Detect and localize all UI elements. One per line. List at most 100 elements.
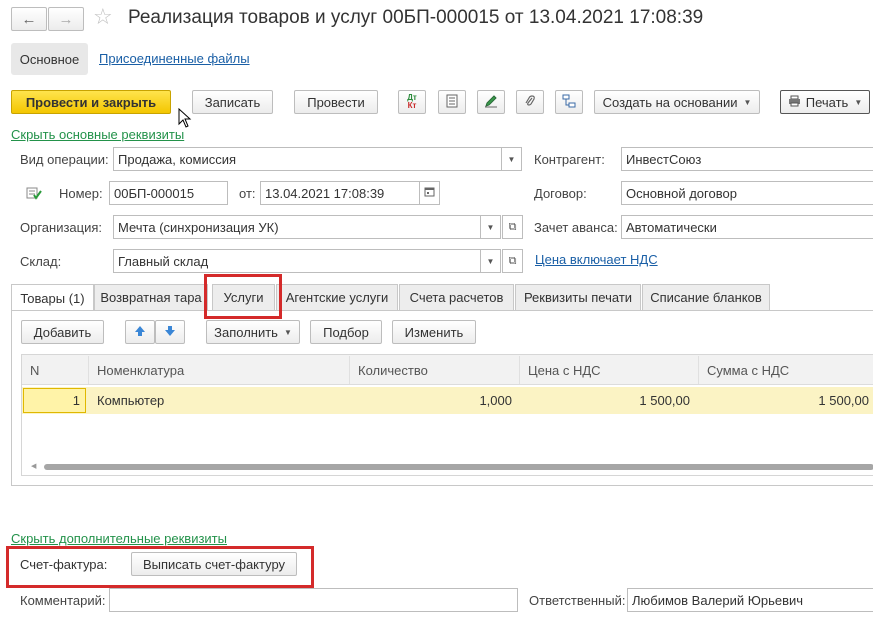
cell-quantity[interactable]: 1,000 — [350, 387, 512, 414]
organization-dropdown-button[interactable]: ▼ — [480, 215, 501, 239]
header-nomenclature[interactable]: Номенклатура — [89, 356, 350, 384]
edit-signature-button[interactable] — [477, 90, 505, 114]
post-button[interactable]: Провести — [294, 90, 378, 114]
paperclip-icon — [524, 94, 536, 111]
nav-main-tab[interactable]: Основное — [11, 43, 88, 75]
date-label: от: — [239, 186, 256, 201]
contract-label: Договор: — [534, 186, 587, 201]
fill-label: Заполнить — [214, 324, 278, 340]
number-value: 00БП-000015 — [114, 185, 195, 201]
advance-label: Зачет аванса: — [534, 220, 618, 235]
invoice-highlight — [6, 546, 314, 588]
caret-down-icon: ▼ — [486, 256, 495, 266]
attach-button[interactable] — [516, 90, 544, 114]
nav-attached-files-link[interactable]: Присоединенные файлы — [99, 51, 250, 66]
number-field[interactable]: 00БП-000015 — [109, 181, 228, 205]
caret-down-icon: ▼ — [283, 327, 292, 337]
date-field[interactable]: 13.04.2021 17:08:39 — [260, 181, 420, 205]
organization-value: Мечта (синхронизация УК) — [118, 219, 279, 235]
date-value: 13.04.2021 17:08:39 — [265, 185, 385, 201]
change-button[interactable]: Изменить — [392, 320, 476, 344]
tab-print-details[interactable]: Реквизиты печати — [515, 284, 641, 310]
nav-main-label: Основное — [19, 51, 80, 67]
responsible-value: Любимов Валерий Юрьевич — [632, 592, 804, 608]
open-window-icon: ⧉ — [508, 220, 517, 233]
calendar-icon — [424, 186, 435, 200]
header-quantity[interactable]: Количество — [350, 356, 520, 384]
document-status-icon — [26, 186, 42, 203]
tab-settlement-accounts[interactable]: Счета расчетов — [399, 284, 514, 310]
counterparty-value: ИнвестСоюз — [626, 151, 702, 167]
calendar-button[interactable] — [419, 181, 440, 205]
forward-button[interactable]: → — [48, 7, 84, 31]
caret-down-icon: ▼ — [743, 97, 752, 107]
pen-icon — [484, 94, 498, 111]
advance-value: Автоматически — [626, 219, 717, 235]
create-based-on-button[interactable]: Создать на основании ▼ — [594, 90, 760, 114]
contract-field[interactable]: Основной договор — [621, 181, 873, 205]
comment-label: Комментарий: — [20, 593, 106, 608]
cell-price[interactable]: 1 500,00 — [520, 387, 690, 414]
create-based-on-label: Создать на основании — [602, 94, 738, 110]
cell-n[interactable]: 1 — [23, 387, 80, 414]
header-n[interactable]: N — [22, 356, 89, 384]
comment-field[interactable] — [109, 588, 518, 612]
number-label: Номер: — [59, 186, 103, 201]
add-row-button[interactable]: Добавить — [21, 320, 104, 344]
responsible-field[interactable]: Любимов Валерий Юрьевич — [627, 588, 873, 612]
counterparty-field[interactable]: ИнвестСоюз — [621, 147, 873, 171]
services-tab-highlight — [204, 274, 282, 319]
operation-value: Продажа, комиссия — [118, 151, 237, 167]
organization-label: Организация: — [20, 220, 103, 235]
operation-field[interactable]: Продажа, комиссия — [113, 147, 502, 171]
warehouse-label: Склад: — [20, 254, 62, 269]
cell-nomenclature[interactable]: Компьютер — [97, 387, 347, 414]
print-button[interactable]: Печать ▼ — [780, 90, 870, 114]
warehouse-open-button[interactable]: ⧉ — [502, 249, 523, 273]
move-down-button[interactable] — [155, 320, 185, 344]
header-sum[interactable]: Сумма с НДС — [699, 356, 873, 384]
horizontal-scrollbar[interactable] — [44, 464, 873, 470]
print-label: Печать — [805, 94, 849, 110]
post-and-close-button[interactable]: Провести и закрыть — [11, 90, 171, 114]
caret-down-icon: ▼ — [854, 97, 863, 107]
responsible-label: Ответственный: — [529, 593, 626, 608]
fill-button[interactable]: Заполнить ▼ — [206, 320, 300, 344]
tab-goods[interactable]: Товары (1) — [11, 284, 94, 311]
document-list-icon — [446, 94, 458, 111]
back-button[interactable]: ← — [11, 7, 47, 31]
vat-included-link[interactable]: Цена включает НДС — [535, 252, 658, 267]
hide-extra-props-link[interactable]: Скрыть дополнительные реквизиты — [11, 531, 227, 546]
tab-blank-writeoff[interactable]: Списание бланков — [642, 284, 770, 310]
operation-dropdown-button[interactable]: ▼ — [501, 147, 522, 171]
tab-agent-services[interactable]: Агентские услуги — [276, 284, 398, 310]
arrow-down-icon — [164, 325, 176, 340]
hide-main-props-link[interactable]: Скрыть основные реквизиты — [11, 127, 184, 142]
cell-sum[interactable]: 1 500,00 — [699, 387, 869, 414]
header-price[interactable]: Цена с НДС — [520, 356, 699, 384]
save-button[interactable]: Записать — [192, 90, 273, 114]
debit-credit-icon: Дт Кт — [407, 93, 417, 110]
page-title: Реализация товаров и услуг 00БП-000015 о… — [128, 7, 704, 28]
move-up-button[interactable] — [125, 320, 155, 344]
warehouse-field[interactable]: Главный склад — [113, 249, 481, 273]
caret-down-icon: ▼ — [486, 222, 495, 232]
printer-icon — [788, 95, 801, 110]
caret-down-icon: ▼ — [507, 154, 516, 164]
tab-returnable-packaging[interactable]: Возвратная тара — [94, 284, 208, 310]
favorite-star-icon[interactable]: ☆ — [93, 4, 113, 30]
open-window-icon: ⧉ — [508, 254, 517, 267]
warehouse-value: Главный склад — [118, 253, 209, 269]
operation-label: Вид операции: — [20, 152, 109, 167]
organization-open-button[interactable]: ⧉ — [502, 215, 523, 239]
structure-button[interactable] — [555, 90, 583, 114]
report-button[interactable] — [438, 90, 466, 114]
advance-field[interactable]: Автоматически — [621, 215, 873, 239]
contract-value: Основной договор — [626, 185, 737, 201]
selection-button[interactable]: Подбор — [310, 320, 382, 344]
arrow-right-icon: → — [58, 10, 74, 28]
scroll-left-icon[interactable]: ◀ — [31, 462, 36, 470]
organization-field[interactable]: Мечта (синхронизация УК) — [113, 215, 481, 239]
warehouse-dropdown-button[interactable]: ▼ — [480, 249, 501, 273]
debit-credit-button[interactable]: Дт Кт — [398, 90, 426, 114]
